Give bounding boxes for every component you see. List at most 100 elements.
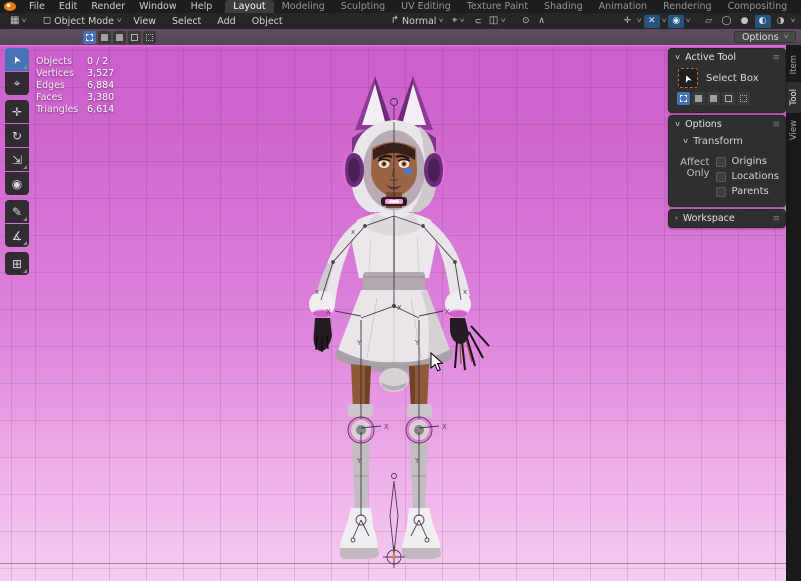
drag-handle-icon[interactable]: ≡ — [772, 120, 779, 130]
tool-measure[interactable]: ∡ — [5, 224, 29, 247]
tool-cursor[interactable]: ⌖ — [5, 72, 29, 95]
tab-label: Item — [789, 55, 799, 74]
workspace-tab-rendering[interactable]: Rendering — [655, 0, 720, 13]
svg-text:Y: Y — [356, 457, 362, 465]
xray-toggle[interactable]: ▱ — [701, 15, 717, 28]
menu-select[interactable]: Select — [164, 16, 209, 27]
transform-orientation-dropdown[interactable]: ↱ Normal ∨ — [387, 14, 448, 28]
checkbox-row-origins[interactable]: Origins — [716, 156, 779, 167]
tool-annotate[interactable]: ✎ — [5, 200, 29, 223]
falloff-dropdown[interactable]: ∧ — [534, 15, 550, 28]
sidebar-tab-item[interactable]: Item — [786, 49, 801, 80]
drag-handle-icon[interactable]: ≡ — [772, 214, 779, 224]
workspace-tab-geometry-nodes[interactable]: Geometry Nodes — [795, 0, 801, 13]
tool-scale[interactable]: ⇲ — [5, 148, 29, 171]
workspace-tab-layout[interactable]: Layout — [225, 0, 273, 13]
workspace-tab-modeling[interactable]: Modeling — [274, 0, 333, 13]
shading-material-button[interactable]: ◐ — [755, 15, 771, 28]
tab-label: Tool — [789, 89, 799, 106]
blender-logo-icon[interactable] — [4, 2, 16, 11]
select-box-tool-button[interactable]: ➤ — [678, 68, 698, 88]
menu-render[interactable]: Render — [84, 1, 132, 12]
select-mode-extend-button[interactable] — [692, 92, 705, 105]
select-mode-subtract-button[interactable] — [113, 31, 126, 44]
xray-icon: ▱ — [705, 16, 712, 26]
options-dropdown[interactable]: Options ∨ — [734, 31, 796, 43]
select-mode-buttons — [669, 91, 785, 112]
chevron-down-icon: ∨ — [459, 18, 466, 24]
proportional-edit-toggle[interactable]: ⊙ — [518, 15, 534, 28]
workspace-tab-shading[interactable]: Shading — [536, 0, 591, 13]
checkbox-label: Locations — [731, 171, 779, 182]
shading-solid-button[interactable]: ● — [737, 15, 753, 28]
orbit-gizmo-toggle[interactable]: ◉ — [668, 15, 684, 28]
options-panel-header[interactable]: ∨ Options ≡ — [669, 116, 785, 133]
select-mode-intersect-button[interactable] — [143, 31, 156, 44]
proportional-edit-icon: ⊙ — [522, 16, 530, 26]
select-mode-intersect-button[interactable] — [737, 92, 750, 105]
svg-text:X: X — [384, 423, 389, 431]
shading-rendered-button[interactable]: ◑ — [773, 15, 789, 28]
mode-dropdown[interactable]: ◻ Object Mode ∨ — [39, 14, 126, 28]
tool-rotate[interactable]: ↻ — [5, 124, 29, 147]
mode-label: Object Mode — [54, 16, 114, 27]
options-panel: ∨ Options ≡ ∨ Transform Affect Only Orig… — [668, 115, 786, 207]
tool-move[interactable]: ✛ — [5, 100, 29, 123]
checkbox-parents[interactable] — [716, 187, 726, 197]
select-box-icon: ➤ — [10, 54, 23, 66]
select-mode-subtract-button[interactable] — [707, 92, 720, 105]
chevron-down-icon: ∨ — [636, 18, 643, 24]
checkbox-row-parents[interactable]: Parents — [716, 186, 779, 197]
shading-wireframe-button[interactable]: ◯ — [719, 15, 735, 28]
workspace-tab-uv-editing[interactable]: UV Editing — [393, 0, 459, 13]
menu-edit[interactable]: Edit — [52, 1, 84, 12]
menu-view[interactable]: View — [125, 16, 164, 27]
workspace-tab-sculpting[interactable]: Sculpting — [333, 0, 393, 13]
workspace-tab-compositing[interactable]: Compositing — [720, 0, 796, 13]
show-overlays-toggle[interactable]: ✕ — [644, 15, 660, 28]
chevron-down-icon: ∨ — [674, 54, 681, 61]
measure-icon: ∡ — [12, 229, 23, 243]
snap-toggle[interactable]: ∪ — [469, 15, 485, 28]
tool-transform[interactable]: ◉ — [5, 172, 29, 195]
tool-add-cube[interactable]: ⊞ — [5, 252, 29, 275]
subpanel-title: Transform — [693, 136, 743, 147]
panel-title: Workspace — [683, 213, 735, 224]
panel-title: Options — [685, 119, 722, 130]
character-model[interactable]: xxx XXX YY XX YY — [295, 68, 505, 568]
sidebar-tab-tool[interactable]: Tool — [786, 82, 801, 113]
svg-text:Y: Y — [414, 457, 420, 465]
workspace-panel-header[interactable]: › Workspace ≡ — [669, 210, 785, 227]
checkbox-row-locations[interactable]: Locations — [716, 171, 779, 182]
menu-add[interactable]: Add — [209, 16, 243, 27]
gizmo-icon: ✛ — [624, 16, 632, 26]
menu-help[interactable]: Help — [184, 1, 220, 12]
select-mode-invert-button[interactable] — [128, 31, 141, 44]
sidebar-tab-view[interactable]: View — [786, 115, 801, 146]
stat-label: Objects — [36, 56, 83, 67]
select-mode-set-button[interactable] — [677, 92, 690, 105]
editor-type-dropdown[interactable]: ▦ ∨ — [6, 14, 31, 28]
transform-subpanel-header[interactable]: ∨ Transform — [669, 133, 785, 149]
workspace-tab-texture-paint[interactable]: Texture Paint — [459, 0, 536, 13]
menu-file[interactable]: File — [22, 1, 52, 12]
chevron-down-icon: ∨ — [661, 18, 668, 24]
drag-handle-icon[interactable]: ≡ — [772, 53, 779, 63]
pivot-point-dropdown[interactable]: ⌖ ∨ — [448, 14, 469, 28]
select-mode-invert-button[interactable] — [722, 92, 735, 105]
show-gizmo-toggle[interactable]: ✛ — [619, 15, 635, 28]
tool-select-box[interactable]: ➤ — [5, 48, 29, 71]
workspace-tab-animation[interactable]: Animation — [591, 0, 655, 13]
select-mode-set-button[interactable] — [83, 31, 96, 44]
active-tool-panel-header[interactable]: ∨ Active Tool ≡ — [669, 49, 785, 66]
affect-only-label: Affect Only — [677, 156, 709, 197]
viewport-3d[interactable]: Objects0 / 2 Vertices3,527 Edges6,884 Fa… — [0, 45, 801, 581]
checkbox-origins[interactable] — [716, 157, 726, 167]
solid-sphere-icon: ● — [741, 16, 749, 26]
snap-settings-dropdown[interactable]: ◫ ∨ — [485, 14, 510, 28]
menu-object[interactable]: Object — [244, 16, 291, 27]
rendered-sphere-icon: ◑ — [777, 16, 785, 26]
checkbox-locations[interactable] — [716, 172, 726, 182]
menu-window[interactable]: Window — [132, 1, 183, 12]
select-mode-extend-button[interactable] — [98, 31, 111, 44]
